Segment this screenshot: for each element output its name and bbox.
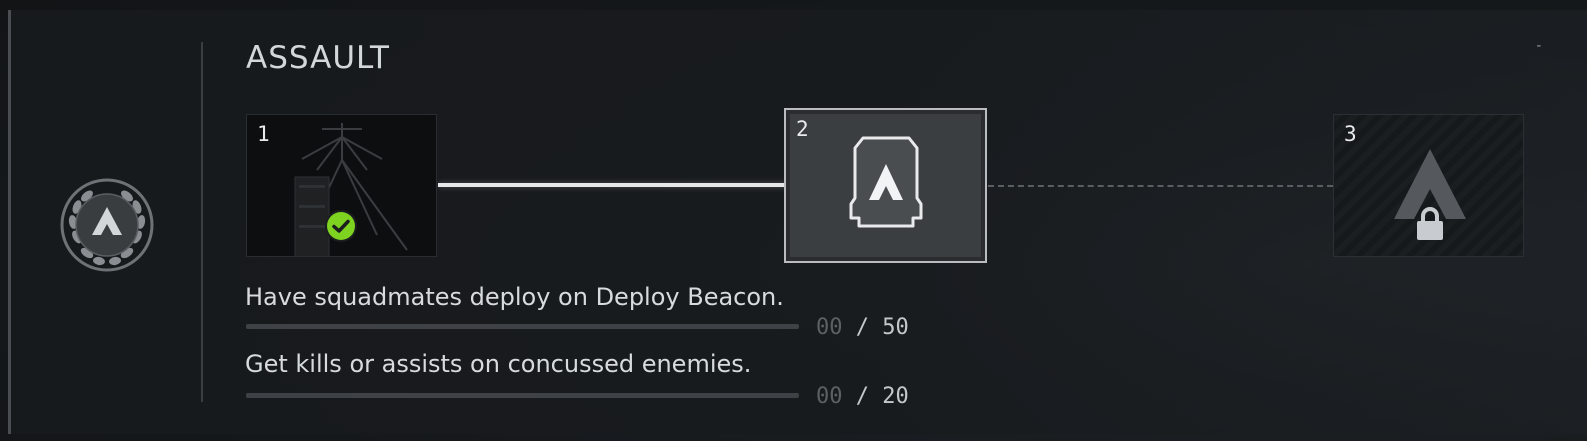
- tier-connector-locked: [988, 185, 1333, 187]
- progress-current: 00: [816, 384, 843, 409]
- assault-insignia-icon: [849, 136, 923, 228]
- tier-1-reward[interactable]: 1: [246, 114, 437, 257]
- collapse-button[interactable]: -: [1535, 38, 1543, 54]
- tier-2-reward[interactable]: 2: [784, 108, 987, 263]
- assault-progression-panel: - ASSAULT 1 2 3 Have squadmates deploy o…: [8, 10, 1587, 434]
- challenge-description: Have squadmates deploy on Deploy Beacon.: [245, 283, 784, 311]
- challenge-progress-bar: [246, 324, 799, 329]
- progress-separator: /: [855, 384, 869, 409]
- completed-check-icon: [325, 210, 357, 242]
- class-title: ASSAULT: [246, 40, 390, 76]
- tier-3-reward[interactable]: 3: [1333, 114, 1524, 257]
- tier-number: 2: [796, 117, 809, 141]
- progress-target: 50: [882, 315, 909, 340]
- section-divider: [201, 42, 203, 402]
- lock-icon: [1417, 207, 1443, 240]
- challenge-progress-count: 00 / 50: [816, 315, 909, 340]
- tier-number: 3: [1344, 122, 1357, 146]
- challenge-description: Get kills or assists on concussed enemie…: [245, 350, 752, 378]
- progress-target: 20: [882, 384, 909, 409]
- assault-class-badge-icon: [59, 177, 155, 273]
- progress-current: 00: [816, 315, 843, 340]
- tier-connector-completed: [438, 183, 789, 187]
- tier-number: 1: [257, 122, 270, 146]
- challenge-progress-count: 00 / 20: [816, 384, 909, 409]
- challenge-progress-bar: [246, 393, 799, 398]
- progress-separator: /: [855, 315, 869, 340]
